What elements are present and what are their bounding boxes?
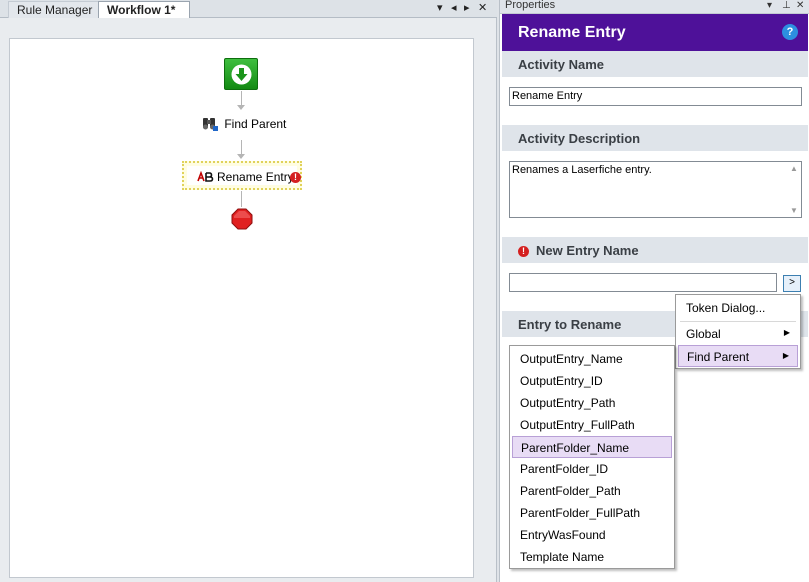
- tab-scroll-right-icon[interactable]: ▸: [464, 1, 470, 14]
- connector-arrow: [237, 105, 245, 110]
- submenu-item[interactable]: OutputEntry_ID: [512, 370, 672, 392]
- submenu-item-highlighted[interactable]: ParentFolder_Name: [512, 436, 672, 458]
- submenu-item[interactable]: ParentFolder_ID: [512, 458, 672, 480]
- submenu-item[interactable]: ParentFolder_FullPath: [512, 502, 672, 524]
- close-pane-icon[interactable]: ✕: [796, 0, 804, 11]
- rename-icon: [197, 171, 214, 182]
- find-parent-submenu: OutputEntry_Name OutputEntry_ID OutputEn…: [509, 345, 675, 569]
- menu-item-label: Token Dialog...: [686, 301, 766, 315]
- description-scrollbar[interactable]: ▲ ▼: [788, 163, 800, 216]
- close-tab-icon[interactable]: ✕: [478, 1, 487, 14]
- tab-list-dropdown-icon[interactable]: ▾: [437, 1, 443, 14]
- submenu-arrow-icon: ▶: [783, 328, 790, 337]
- properties-header: Rename Entry ?: [502, 14, 808, 51]
- connector-line: [241, 191, 242, 207]
- scroll-down-icon[interactable]: ▼: [790, 206, 798, 215]
- activity-description-text: Renames a Laserfiche entry.: [512, 164, 652, 176]
- find-parent-activity[interactable]: Find Parent: [202, 116, 286, 134]
- start-arrow-icon: [231, 64, 252, 85]
- binoculars-icon: [203, 118, 218, 131]
- activity-name-field[interactable]: Rename Entry: [509, 87, 802, 106]
- menu-item-find-parent[interactable]: Find Parent ▶: [678, 345, 798, 367]
- token-menu: Token Dialog... Global ▶ Find Parent ▶: [675, 294, 801, 369]
- submenu-item[interactable]: EntryWasFound: [512, 524, 672, 546]
- connector-line: [241, 140, 242, 155]
- submenu-arrow-icon: ▶: [782, 351, 789, 360]
- submenu-item[interactable]: Template Name: [512, 546, 672, 568]
- scroll-up-icon[interactable]: ▲: [790, 164, 798, 173]
- tab-workflow-1[interactable]: Workflow 1*: [98, 1, 190, 18]
- submenu-item[interactable]: OutputEntry_FullPath: [512, 414, 672, 436]
- pin-icon[interactable]: ⊥: [782, 0, 791, 11]
- activity-description-label: Activity Description: [518, 131, 641, 146]
- rename-entry-activity[interactable]: Rename Entry !: [182, 161, 302, 190]
- properties-titlebar: Properties ▾ ⊥ ✕: [500, 0, 809, 14]
- connector-arrow: [237, 154, 245, 159]
- help-icon[interactable]: ?: [782, 24, 798, 40]
- properties-header-title: Rename Entry: [518, 24, 626, 41]
- error-icon: !: [518, 246, 529, 257]
- activity-description-field[interactable]: Renames a Laserfiche entry. ▲ ▼: [509, 161, 802, 218]
- new-entry-name-label: New Entry Name: [536, 243, 639, 258]
- stop-activity[interactable]: [231, 208, 253, 230]
- entry-to-rename-label: Entry to Rename: [518, 317, 622, 332]
- rename-entry-label: Rename Entry: [217, 170, 294, 184]
- submenu-item[interactable]: OutputEntry_Name: [512, 348, 672, 370]
- menu-item-global[interactable]: Global ▶: [678, 323, 798, 345]
- menu-separator: [680, 321, 796, 322]
- menu-item-label: Global: [686, 327, 721, 341]
- new-entry-name-field[interactable]: [509, 273, 777, 292]
- start-activity[interactable]: [224, 58, 258, 90]
- activity-name-section: Activity Name: [502, 51, 808, 77]
- activity-description-section: Activity Description: [502, 125, 808, 151]
- token-button[interactable]: >: [783, 275, 801, 292]
- menu-item-label: Find Parent: [687, 350, 750, 364]
- submenu-item[interactable]: OutputEntry_Path: [512, 392, 672, 414]
- error-icon: !: [290, 172, 301, 183]
- workflow-designer-pane: Rule Manager Workflow 1* ▾ ◂ ▸ ✕ Find Pa…: [0, 0, 497, 582]
- pane-menu-icon[interactable]: ▾: [767, 0, 772, 11]
- find-parent-label: Find Parent: [224, 117, 287, 131]
- properties-title: Properties: [505, 0, 556, 11]
- new-entry-name-section: ! New Entry Name: [502, 237, 808, 263]
- tab-rule-manager[interactable]: Rule Manager: [8, 1, 102, 18]
- menu-item-token-dialog[interactable]: Token Dialog...: [678, 297, 798, 319]
- tab-scroll-left-icon[interactable]: ◂: [451, 1, 457, 14]
- submenu-item[interactable]: ParentFolder_Path: [512, 480, 672, 502]
- activity-name-label: Activity Name: [518, 57, 604, 72]
- document-tab-bar: Rule Manager Workflow 1* ▾ ◂ ▸ ✕: [0, 0, 497, 18]
